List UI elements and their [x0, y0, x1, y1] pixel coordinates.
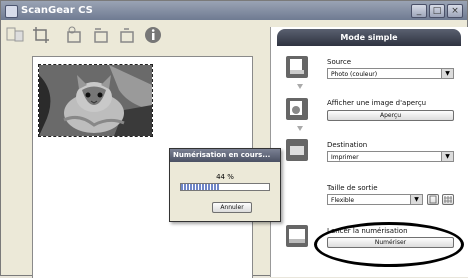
thumbnail-toggle-button[interactable] [5, 25, 25, 45]
progress-percent: 44 % [216, 173, 234, 181]
output-size-label: Taille de sortie [327, 184, 378, 192]
destination-select-value: Imprimer [331, 154, 359, 161]
info-icon [145, 27, 161, 43]
progress-dialog: Numérisation en cours... 44 % Annuler [169, 148, 281, 222]
source-select-value: Photo (couleur) [331, 71, 378, 78]
scangear-window: ScanGear CS _ □ × Mode simple Source Pho… [0, 0, 468, 278]
toolbar [5, 25, 163, 51]
source-select[interactable]: Photo (couleur) ▼ [327, 68, 454, 79]
progress-bar [180, 183, 270, 191]
title-bar: ScanGear CS _ □ × [1, 1, 467, 20]
preview-button[interactable]: Aperçu [327, 110, 454, 121]
info-button[interactable] [143, 25, 163, 45]
auto-crop-button[interactable] [65, 25, 85, 45]
rotate-left-icon [94, 28, 108, 43]
close-button[interactable]: × [447, 4, 463, 18]
chevron-down-icon: ▼ [441, 69, 453, 78]
flow-arrow-icon [297, 84, 303, 89]
output-size-select-value: Flexible [331, 197, 355, 204]
grid-icon [444, 196, 452, 203]
flow-arrow-icon [297, 126, 303, 131]
source-label: Source [327, 58, 352, 66]
crop-button[interactable] [31, 25, 51, 45]
auto-crop-icon [67, 26, 81, 43]
preview-step-icon [285, 97, 309, 121]
dialog-title: Numérisation en cours... [170, 149, 280, 162]
output-size-select[interactable]: Flexible ▼ [327, 194, 423, 205]
destination-label: Destination [327, 141, 368, 149]
rotate-right-button[interactable] [117, 25, 137, 45]
progress-bar-fill [181, 184, 220, 190]
kitten-image [39, 65, 152, 136]
maximize-button[interactable]: □ [429, 4, 445, 18]
size-settings-button[interactable] [442, 194, 454, 205]
chevron-down-icon: ▼ [410, 195, 422, 204]
scan-step-icon [285, 224, 309, 248]
preview-step-label: Afficher une image d'aperçu [327, 99, 427, 107]
destination-select[interactable]: Imprimer ▼ [327, 151, 454, 162]
cancel-button[interactable]: Annuler [212, 202, 252, 213]
chevron-down-icon: ▼ [441, 152, 453, 161]
destination-step-icon [285, 138, 309, 162]
rotate-left-button[interactable] [91, 25, 111, 45]
tab-mode-simple[interactable]: Mode simple [277, 29, 461, 46]
orientation-button[interactable] [427, 194, 439, 205]
crop-icon [33, 27, 49, 43]
app-icon [5, 5, 18, 18]
orientation-icon [429, 195, 437, 204]
source-step-icon [285, 55, 309, 79]
preview-photo-kitten[interactable] [38, 64, 153, 137]
window-title: ScanGear CS [21, 5, 93, 16]
rotate-right-icon [120, 28, 134, 43]
highlight-annotation-oval [314, 222, 464, 267]
minimize-button[interactable]: _ [411, 4, 427, 18]
thumbnail-icon [6, 27, 24, 42]
